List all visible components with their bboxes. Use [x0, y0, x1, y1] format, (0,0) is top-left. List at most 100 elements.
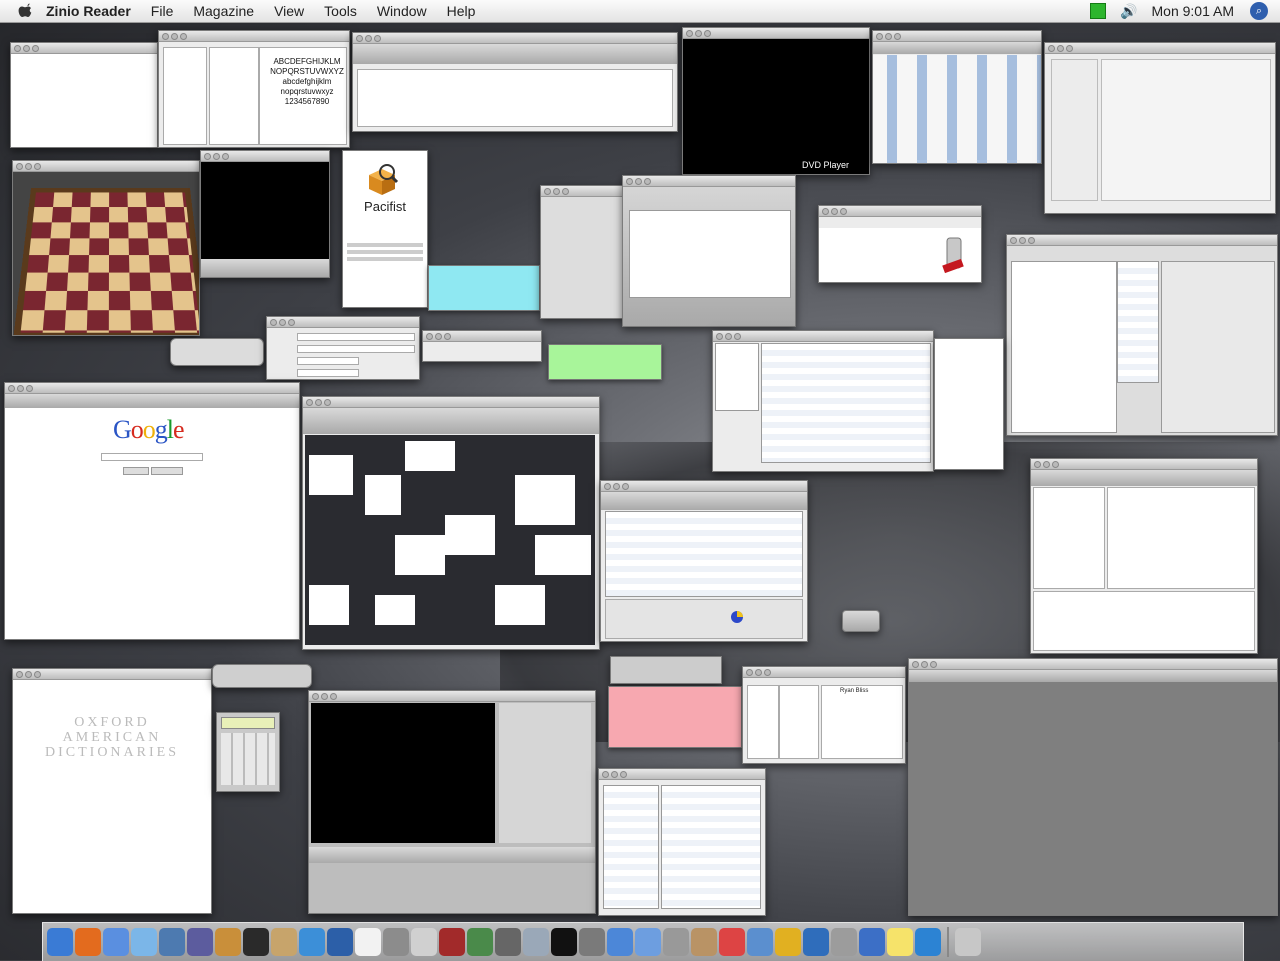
window-text-home[interactable]: [934, 338, 1004, 470]
form-field[interactable]: [297, 333, 415, 341]
window-dvd-player[interactable]: DVD Player: [682, 27, 870, 175]
window-dialog[interactable]: [422, 330, 542, 362]
itunes-source-list[interactable]: [1011, 261, 1117, 433]
window-titlebar[interactable]: [1045, 43, 1275, 54]
window-titlebar[interactable]: [623, 176, 795, 187]
prefs-toolbar[interactable]: [873, 42, 1041, 54]
window-titlebar[interactable]: [873, 31, 1041, 42]
name-list[interactable]: [779, 685, 819, 759]
mail-icon[interactable]: [607, 928, 633, 956]
calculator-keypad[interactable]: [221, 733, 275, 785]
window-address-book[interactable]: Ryan Bliss: [742, 666, 906, 764]
google-search-input[interactable]: [101, 453, 203, 461]
system-icon[interactable]: [523, 928, 549, 956]
volume-icon[interactable]: 🔊: [1120, 3, 1137, 20]
ical-icon[interactable]: [719, 928, 745, 956]
tools-icon[interactable]: [495, 928, 521, 956]
apple-menu-icon[interactable]: [16, 2, 34, 20]
activity-toolbar[interactable]: [601, 492, 807, 510]
menu-tools[interactable]: Tools: [324, 3, 357, 19]
password-field[interactable]: [297, 369, 359, 377]
window-pacifist[interactable]: Pacifist: [342, 150, 428, 308]
mail-mailbox-list[interactable]: [1033, 487, 1105, 589]
addressbook-icon[interactable]: [271, 928, 297, 956]
settings-sidebar[interactable]: [1051, 59, 1098, 201]
calculator-icon[interactable]: [663, 928, 689, 956]
notes-icon[interactable]: [887, 928, 913, 956]
group-list[interactable]: [747, 685, 779, 759]
menu-window[interactable]: Window: [377, 3, 427, 19]
menu-view[interactable]: View: [274, 3, 304, 19]
calendar-list[interactable]: [715, 343, 759, 411]
sherlock-icon[interactable]: [775, 928, 801, 956]
window-itunes-prefs[interactable]: [540, 185, 624, 319]
menu-help[interactable]: Help: [447, 3, 476, 19]
mail-message-list[interactable]: [1107, 487, 1255, 589]
menu-magazine[interactable]: Magazine: [193, 3, 254, 19]
sticky-note-blue[interactable]: [428, 265, 540, 311]
imovie-clip-pane[interactable]: [499, 703, 591, 843]
window-automator[interactable]: [818, 205, 982, 283]
timeline-track-area[interactable]: [357, 69, 673, 127]
chess-board[interactable]: [13, 187, 199, 335]
finder-sidebar[interactable]: [603, 785, 659, 909]
window-titlebar[interactable]: [309, 691, 595, 702]
window-titlebar[interactable]: [683, 28, 869, 39]
form-field[interactable]: [297, 345, 415, 353]
window-itunes-small[interactable]: [212, 664, 312, 688]
window-titlebar[interactable]: [267, 317, 419, 328]
quicktime2-icon[interactable]: [915, 928, 941, 956]
quicktime-controls[interactable]: [201, 259, 329, 277]
app-name-menu[interactable]: Zinio Reader: [46, 3, 131, 19]
itunes-icon[interactable]: [131, 928, 157, 956]
preview-toolbar[interactable]: [909, 670, 1277, 682]
window-titlebar[interactable]: [303, 397, 599, 408]
network-icon[interactable]: [803, 928, 829, 956]
folder-icon[interactable]: [635, 928, 661, 956]
ichat-icon[interactable]: [103, 928, 129, 956]
itunes-track-list[interactable]: [1117, 261, 1159, 383]
quicktime-icon[interactable]: [859, 928, 885, 956]
window-titlebar[interactable]: [13, 161, 199, 172]
window-titlebar[interactable]: [159, 31, 349, 42]
window-finder-list[interactable]: [598, 768, 766, 916]
window-image-capture[interactable]: [622, 175, 796, 327]
xcode-icon[interactable]: [327, 928, 353, 956]
window-activity-monitor[interactable]: [600, 480, 808, 642]
imovie-controls[interactable]: [309, 847, 595, 863]
safari-icon[interactable]: [299, 928, 325, 956]
window-ical[interactable]: [712, 330, 934, 472]
window-preview-empty[interactable]: [908, 658, 1278, 916]
window-titlebar[interactable]: [599, 769, 765, 780]
media-drop-area[interactable]: [629, 210, 791, 298]
form-field[interactable]: [297, 357, 359, 365]
firefox-icon[interactable]: [75, 928, 101, 956]
window-login-form[interactable]: [266, 316, 420, 380]
disk-icon[interactable]: [831, 928, 857, 956]
font-collection-list[interactable]: [163, 47, 207, 145]
terminal-icon[interactable]: [551, 928, 577, 956]
window-titlebar[interactable]: [601, 481, 807, 492]
sticky-note-pink[interactable]: [608, 686, 742, 748]
window-safari-google[interactable]: Google: [4, 382, 300, 640]
window-titlebar[interactable]: [819, 206, 981, 217]
calendar-grid[interactable]: [761, 343, 931, 463]
trash-icon[interactable]: [955, 928, 981, 956]
window-titlebar[interactable]: [1007, 235, 1277, 246]
window-calculator[interactable]: [216, 712, 280, 792]
window-titlebar[interactable]: [201, 151, 329, 162]
font-family-list[interactable]: [209, 47, 259, 145]
window-titlebar[interactable]: [909, 659, 1277, 670]
settings-pane[interactable]: [1101, 59, 1271, 201]
process-table[interactable]: [605, 511, 803, 597]
preview-icon[interactable]: [159, 928, 185, 956]
feeling-lucky-button[interactable]: [151, 467, 183, 475]
imovie-icon[interactable]: [187, 928, 213, 956]
menu-file[interactable]: File: [151, 3, 174, 19]
window-font-book[interactable]: ABCDEFGHIJKLM NOPQRSTUVWXYZ abcdefghijkl…: [158, 30, 350, 148]
pacifist-button[interactable]: [347, 257, 423, 261]
chess-icon[interactable]: [691, 928, 717, 956]
window-garageband-timeline[interactable]: [352, 32, 678, 132]
window-mail[interactable]: [1030, 458, 1258, 654]
browser-toolbar[interactable]: [303, 408, 599, 434]
